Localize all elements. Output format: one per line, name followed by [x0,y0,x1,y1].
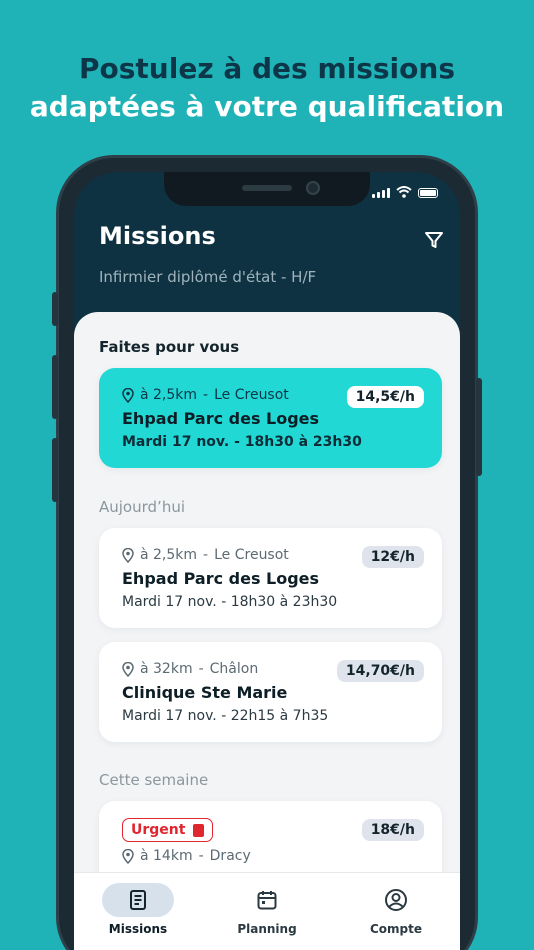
speaker [242,185,292,191]
tab-compte-pill [360,883,432,917]
mission-price: 18€/h [361,819,424,841]
wifi-icon [396,186,412,198]
mission-location: à 14km - Dracy [122,848,251,864]
mission-name: Ehpad Parc des Loges [122,409,320,428]
separator: - [198,848,204,864]
location-pin-icon [122,661,134,677]
urgent-label: Urgent [131,822,186,838]
mission-time: Mardi 17 nov. - 18h30 à 23h30 [122,434,362,450]
page-title: Missions [99,222,216,250]
separator: - [203,547,209,563]
mission-card-urgent[interactable]: Urgent à 14km - Dracy 18€/h [99,801,442,872]
mission-card-featured[interactable]: à 2,5km - Le Creusot Ehpad Parc des Loge… [99,368,442,468]
mission-card[interactable]: à 32km - Châlon Clinique Ste Marie Mardi… [99,642,442,742]
tab-label: Missions [108,922,168,936]
mission-city: Châlon [209,661,259,677]
mission-distance: à 2,5km [140,387,198,403]
mission-city: Dracy [209,848,251,864]
mission-distance: à 2,5km [140,547,198,563]
headline-line-2: adaptées à votre qualification [29,90,505,123]
mission-time: Mardi 17 nov. - 22h15 à 7h35 [122,708,329,724]
document-icon [130,890,146,910]
status-bar [372,186,438,198]
battery-icon [418,188,438,198]
signal-icon [372,188,390,198]
mission-name: Ehpad Parc des Loges [122,569,320,588]
location-pin-icon [122,848,134,864]
separator: - [198,661,204,677]
mission-time: Mardi 17 nov. - 18h30 à 23h30 [122,594,338,610]
mission-distance: à 32km [140,661,193,677]
phone-mute-button [52,292,58,326]
missions-list[interactable]: Faites pour vous à 2,5km - Le Creusot Eh… [74,312,460,872]
user-circle-icon [385,889,407,911]
separator: - [203,387,209,403]
mission-name: Clinique Ste Marie [122,683,288,702]
tab-planning-pill [231,883,303,917]
phone-volume-down-button [52,438,58,502]
mission-location: à 2,5km - Le Creusot [122,387,289,403]
urgent-badge: Urgent [122,818,214,842]
camera [306,181,320,195]
mission-city: Le Creusot [214,547,289,563]
phone-volume-up-button [52,355,58,419]
filter-icon[interactable] [424,230,444,250]
tab-missions-pill [102,883,174,917]
urgent-document-icon [193,823,205,837]
mission-city: Le Creusot [214,387,289,403]
section-today: Aujourd’hui [99,498,185,516]
mission-price: 14,70€/h [336,660,424,682]
headline: Postulez à des missions adaptées à votre… [0,50,534,126]
calendar-icon [257,891,277,910]
phone-screen: Missions Infirmier diplômé d'état - H/F … [74,172,460,950]
tab-label: Planning [237,922,297,936]
headline-line-1: Postulez à des missions [78,52,455,85]
qualification-subtitle: Infirmier diplômé d'état - H/F [99,268,317,286]
location-pin-icon [122,547,134,563]
notch [164,172,370,206]
location-pin-icon [122,387,134,403]
tab-label: Compte [369,922,423,936]
mission-price: 14,5€/h [346,386,424,408]
tab-bar: Missions Planning Compte [74,872,460,950]
section-featured: Faites pour vous [99,338,240,356]
mission-location: à 2,5km - Le Creusot [122,547,289,563]
phone-power-button [476,378,482,476]
mission-price: 12€/h [361,546,424,568]
tab-compte[interactable]: Compte [332,873,460,936]
mission-location: à 32km - Châlon [122,661,258,677]
tab-missions[interactable]: Missions [74,873,202,936]
tab-planning[interactable]: Planning [203,873,331,936]
section-week: Cette semaine [99,771,209,789]
mission-distance: à 14km [140,848,193,864]
mission-card[interactable]: à 2,5km - Le Creusot Ehpad Parc des Loge… [99,528,442,628]
